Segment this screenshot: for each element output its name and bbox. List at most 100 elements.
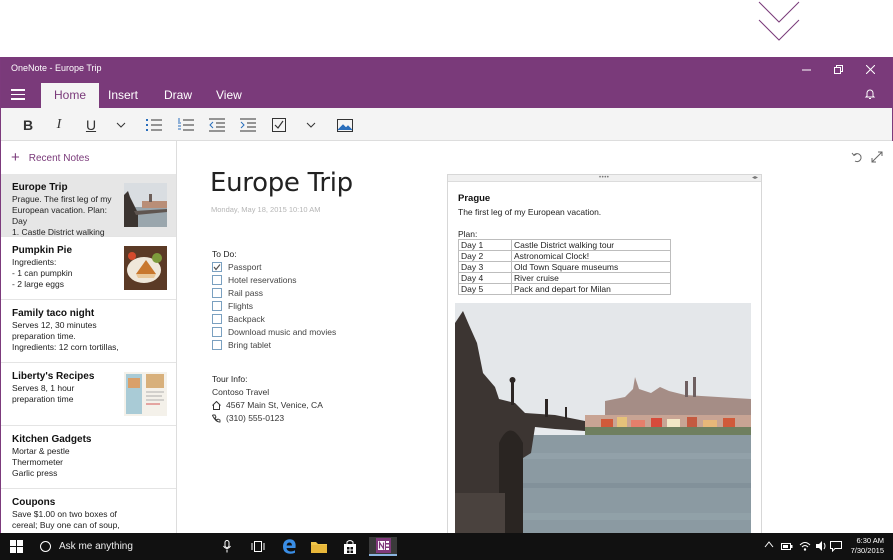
onenote-taskbar-button[interactable] (369, 537, 397, 556)
note-item-coupons[interactable]: Coupons Save $1.00 on two boxes of cerea… (1, 489, 176, 533)
note-item-europe-trip[interactable]: Europe Trip Prague. The first leg of my … (1, 174, 176, 237)
checkbox[interactable] (212, 288, 222, 298)
note-canvas[interactable]: Europe Trip Monday, May 18, 2015 10:10 A… (178, 141, 893, 533)
outdent-icon (209, 118, 225, 132)
recent-notes-header[interactable]: + Recent Notes (11, 150, 89, 165)
task-view-button[interactable] (246, 537, 270, 556)
resize-arrows-icon[interactable]: ◂▸ (752, 175, 758, 181)
bullets-button[interactable] (144, 115, 164, 135)
checkbox[interactable] (212, 327, 222, 337)
note-container-prague[interactable]: •••• ◂▸ Prague The first leg of my Europ… (447, 174, 762, 533)
day-cell[interactable]: Day 3 (458, 261, 512, 273)
underline-button[interactable]: U (81, 115, 101, 135)
tab-insert[interactable]: Insert (95, 83, 151, 108)
tour-phone-text: (310) 555-0123 (226, 413, 285, 423)
title-bar[interactable]: OneNote - Europe Trip (1, 57, 892, 81)
notification-bell-icon[interactable] (864, 88, 876, 100)
tour-phone[interactable]: (310) 555-0123 (212, 413, 284, 423)
tour-address[interactable]: 4567 Main St, Venice, CA (212, 400, 323, 410)
font-options-dropdown[interactable] (111, 115, 131, 135)
note-preview: Serves 8, 1 hour preparation time (12, 383, 75, 404)
cortana-search-box[interactable]: Ask me anything (32, 533, 242, 560)
folder-icon (311, 542, 327, 553)
system-clock[interactable]: 6:30 AM 7/30/2015 (851, 536, 884, 556)
todo-label: Hotel reservations (228, 275, 297, 285)
todo-item-download-music[interactable]: Download music and movies (212, 326, 336, 338)
increase-indent-button[interactable] (238, 115, 258, 135)
undo-icon[interactable] (851, 151, 863, 163)
windows-start-icon[interactable] (10, 540, 23, 553)
bold-button[interactable]: B (18, 115, 38, 135)
checkbox[interactable] (212, 340, 222, 350)
prague-thumbnail-image (124, 183, 167, 227)
todo-tag-button[interactable] (269, 115, 289, 135)
store-button[interactable] (338, 537, 362, 556)
tour-company-text: Contoso Travel (212, 387, 270, 397)
todo-heading[interactable]: To Do: (212, 249, 237, 259)
todo-item-flights[interactable]: Flights (212, 300, 253, 312)
day-cell[interactable]: Day 5 (458, 283, 512, 295)
search-placeholder: Ask me anything (59, 541, 133, 552)
decrease-indent-button[interactable] (207, 115, 227, 135)
todo-item-hotel-reservations[interactable]: Hotel reservations (212, 274, 297, 286)
note-preview: Serves 12, 30 minutes preparation time. … (12, 320, 119, 352)
checkbox[interactable] (212, 314, 222, 324)
tab-view[interactable]: View (203, 83, 255, 108)
italic-button[interactable]: I (49, 115, 69, 135)
todo-item-rail-pass[interactable]: Rail pass (212, 287, 263, 299)
activity-cell[interactable]: Astronomical Clock! (511, 250, 671, 262)
onenote-app-icon (375, 538, 391, 553)
activity-cell[interactable]: Old Town Square museums (511, 261, 671, 273)
full-screen-icon[interactable] (871, 151, 883, 163)
note-item-libertys-recipes[interactable]: Liberty's Recipes Serves 8, 1 hour prepa… (1, 363, 176, 426)
home-icon (212, 400, 221, 410)
todo-label: Passport (228, 262, 262, 272)
todo-item-passport[interactable]: Passport (212, 261, 262, 273)
tab-draw[interactable]: Draw (151, 83, 205, 108)
picture-icon (337, 118, 353, 132)
plan-table[interactable]: Day 1 Castle District walking tour Day 2A… (458, 239, 671, 295)
checkbox-tag-icon (271, 118, 286, 132)
checkbox[interactable] (212, 275, 222, 285)
restore-button[interactable] (822, 60, 854, 78)
note-item-kitchen-gadgets[interactable]: Kitchen Gadgets Mortar & pestle Thermome… (1, 426, 176, 489)
insert-picture-button[interactable] (335, 115, 355, 135)
note-item-pumpkin-pie[interactable]: Pumpkin Pie Ingredients: - 1 can pumpkin… (1, 237, 176, 300)
battery-icon[interactable] (781, 540, 793, 552)
todo-item-bring-tablet[interactable]: Bring tablet (212, 339, 271, 351)
page-title[interactable]: Europe Trip (210, 168, 353, 198)
note-title: Pumpkin Pie (12, 245, 73, 256)
checkbox-checked[interactable] (212, 262, 222, 272)
hamburger-menu-icon[interactable] (11, 89, 25, 100)
minimize-button[interactable] (790, 60, 822, 78)
note-item-family-taco-night[interactable]: Family taco night Serves 12, 30 minutes … (1, 300, 176, 363)
note-title: Coupons (12, 497, 56, 508)
note-title: Kitchen Gadgets (12, 434, 92, 445)
day-cell[interactable]: Day 1 (458, 239, 512, 251)
tour-company[interactable]: Contoso Travel (212, 387, 269, 397)
action-center-icon[interactable] (830, 540, 842, 552)
day-cell[interactable]: Day 2 (458, 250, 512, 262)
table-row: Day 2 Astronomical Clock! (458, 250, 671, 262)
todo-item-backpack[interactable]: Backpack (212, 313, 265, 325)
file-explorer-button[interactable] (307, 537, 331, 556)
activity-cell[interactable]: Castle District walking tour (511, 239, 671, 251)
numbering-button[interactable] (176, 115, 196, 135)
tab-home[interactable]: Home (41, 83, 100, 108)
table-row: Day 1 Castle District walking tour (458, 239, 671, 251)
activity-cell[interactable]: River cruise (511, 272, 671, 284)
prague-photo-image[interactable] (455, 303, 751, 533)
day-cell[interactable]: Day 4 (458, 272, 512, 284)
tour-info-heading[interactable]: Tour Info: (212, 374, 247, 384)
tag-options-dropdown[interactable] (301, 115, 321, 135)
checkbox[interactable] (212, 301, 222, 311)
activity-cell[interactable]: Pack and depart for Milan (511, 283, 671, 295)
volume-icon[interactable] (815, 540, 827, 552)
edge-browser-button[interactable] (277, 537, 301, 556)
store-bag-icon (344, 539, 356, 554)
container-drag-handle[interactable]: •••• ◂▸ (448, 175, 761, 182)
chevron-up-icon[interactable] (764, 540, 774, 548)
microphone-icon[interactable] (223, 540, 231, 553)
wifi-icon[interactable] (799, 540, 811, 552)
close-button[interactable] (854, 60, 886, 78)
